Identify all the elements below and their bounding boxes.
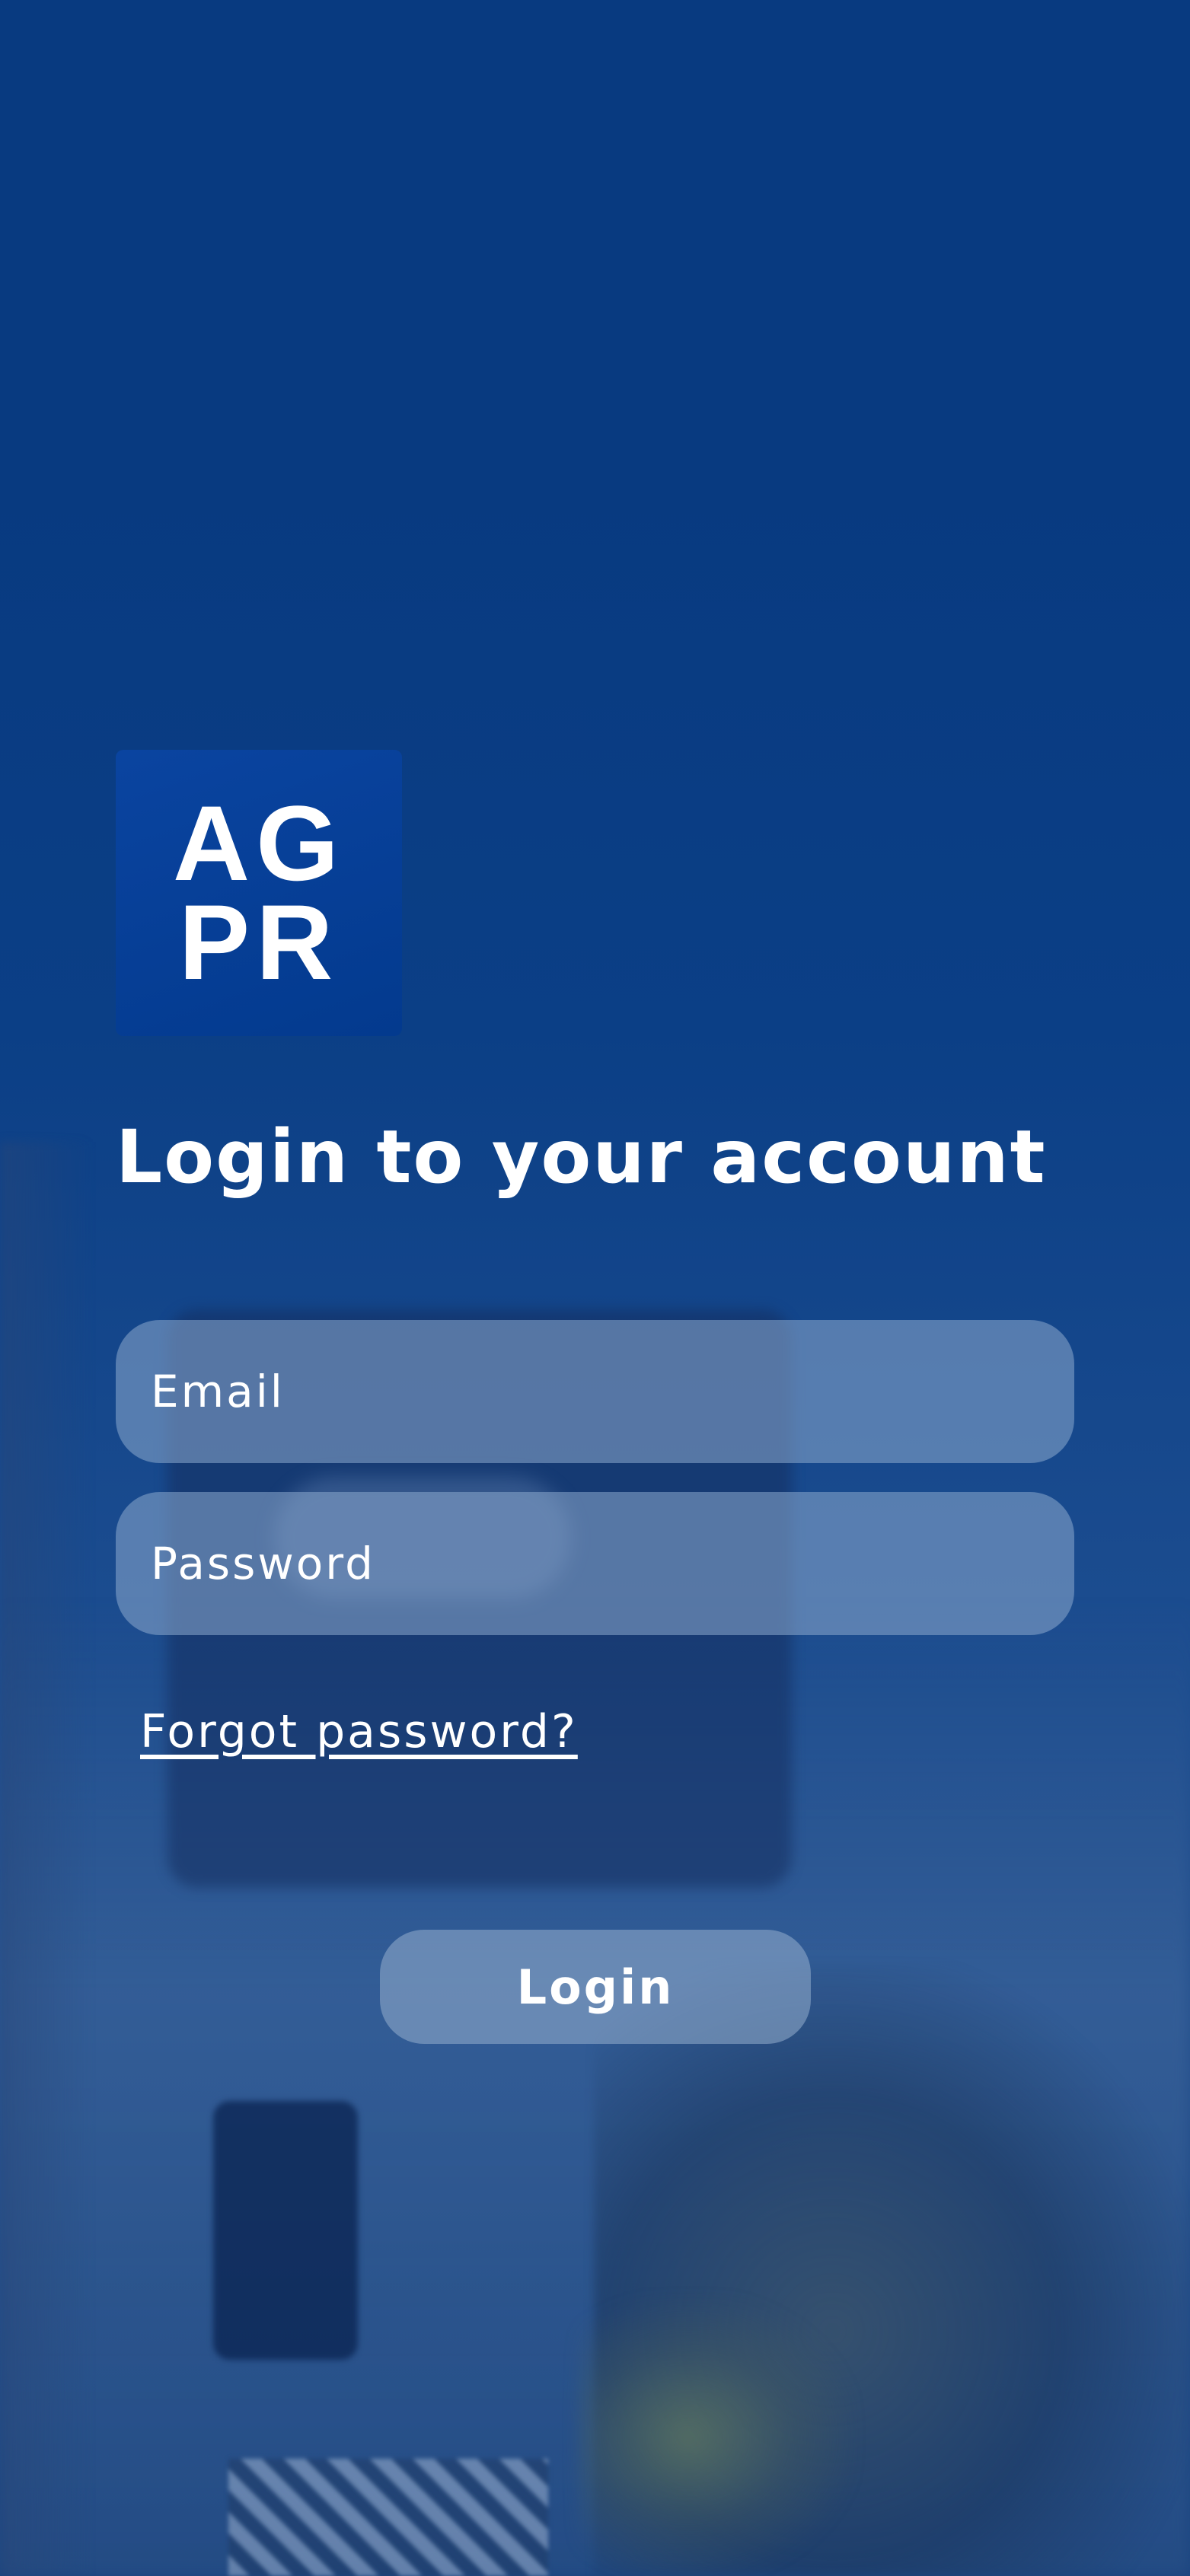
- email-field[interactable]: [116, 1320, 1074, 1463]
- login-content: AG PR Login to your account Forgot passw…: [0, 0, 1190, 2576]
- login-button[interactable]: Login: [380, 1930, 811, 2044]
- page-title: Login to your account: [116, 1114, 1047, 1200]
- logo-line-1: AG: [173, 783, 345, 903]
- forgot-password-link[interactable]: Forgot password?: [140, 1705, 578, 1758]
- app-logo: AG PR: [116, 750, 402, 1036]
- logo-line-2: PR: [178, 882, 340, 1002]
- password-field[interactable]: [116, 1492, 1074, 1635]
- login-screen: AG PR Login to your account Forgot passw…: [0, 0, 1190, 2576]
